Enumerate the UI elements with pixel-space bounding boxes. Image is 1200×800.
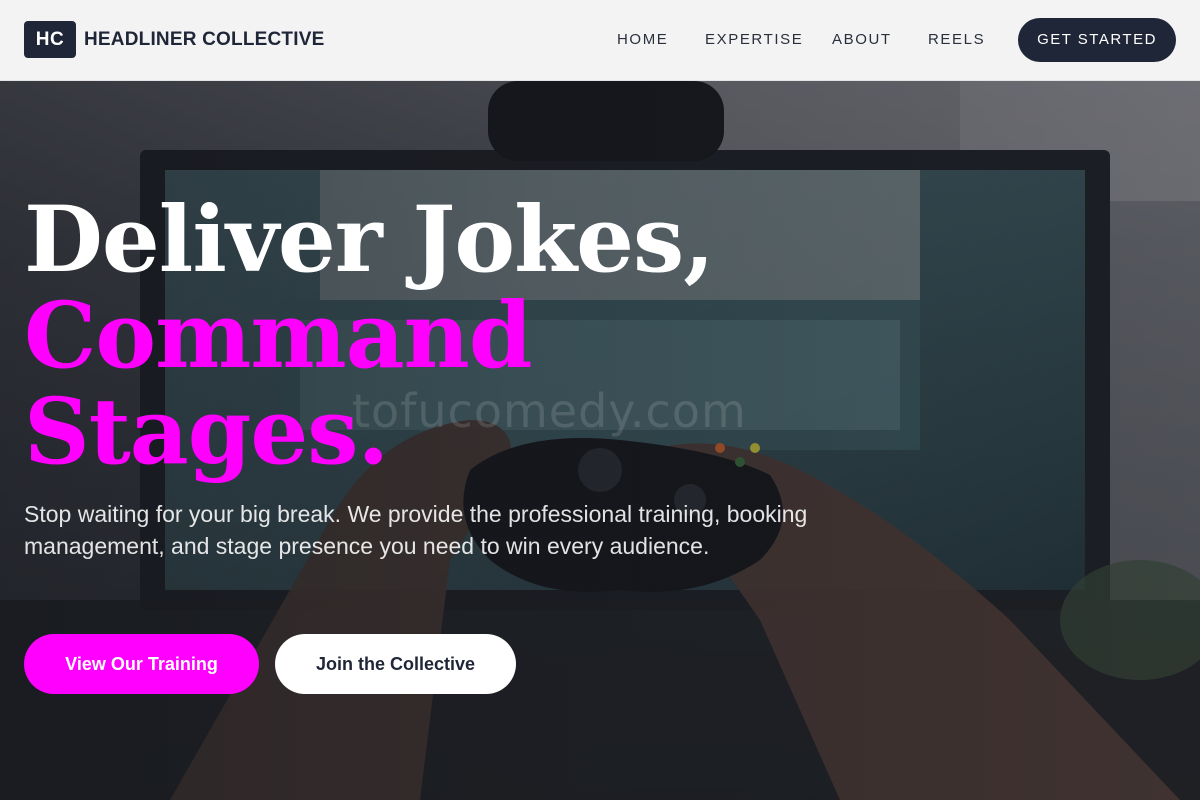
nav-expertise[interactable]: EXPERTISE xyxy=(705,31,803,48)
get-started-button[interactable]: GET STARTED xyxy=(1018,18,1176,62)
view-training-button[interactable]: View Our Training xyxy=(24,634,259,694)
hero-subtext: Stop waiting for your big break. We prov… xyxy=(24,501,808,559)
nav-reels[interactable]: REELS xyxy=(928,31,985,48)
headline-line-3: Stages. xyxy=(24,379,389,485)
brand-name[interactable]: HEADLINER COLLECTIVE xyxy=(84,29,324,51)
hero-headline: Deliver Jokes, Command Stages. xyxy=(24,187,715,485)
headline-line-2: Command xyxy=(24,283,532,389)
site-header: HC HEADLINER COLLECTIVE HOME EXPERTISE A… xyxy=(0,0,1200,81)
nav-home[interactable]: HOME xyxy=(617,31,668,48)
logo-badge[interactable]: HC xyxy=(24,21,76,58)
nav-about[interactable]: ABOUT xyxy=(832,31,892,48)
headline-line-1: Deliver Jokes, xyxy=(24,187,715,293)
join-collective-button[interactable]: Join the Collective xyxy=(275,634,516,694)
